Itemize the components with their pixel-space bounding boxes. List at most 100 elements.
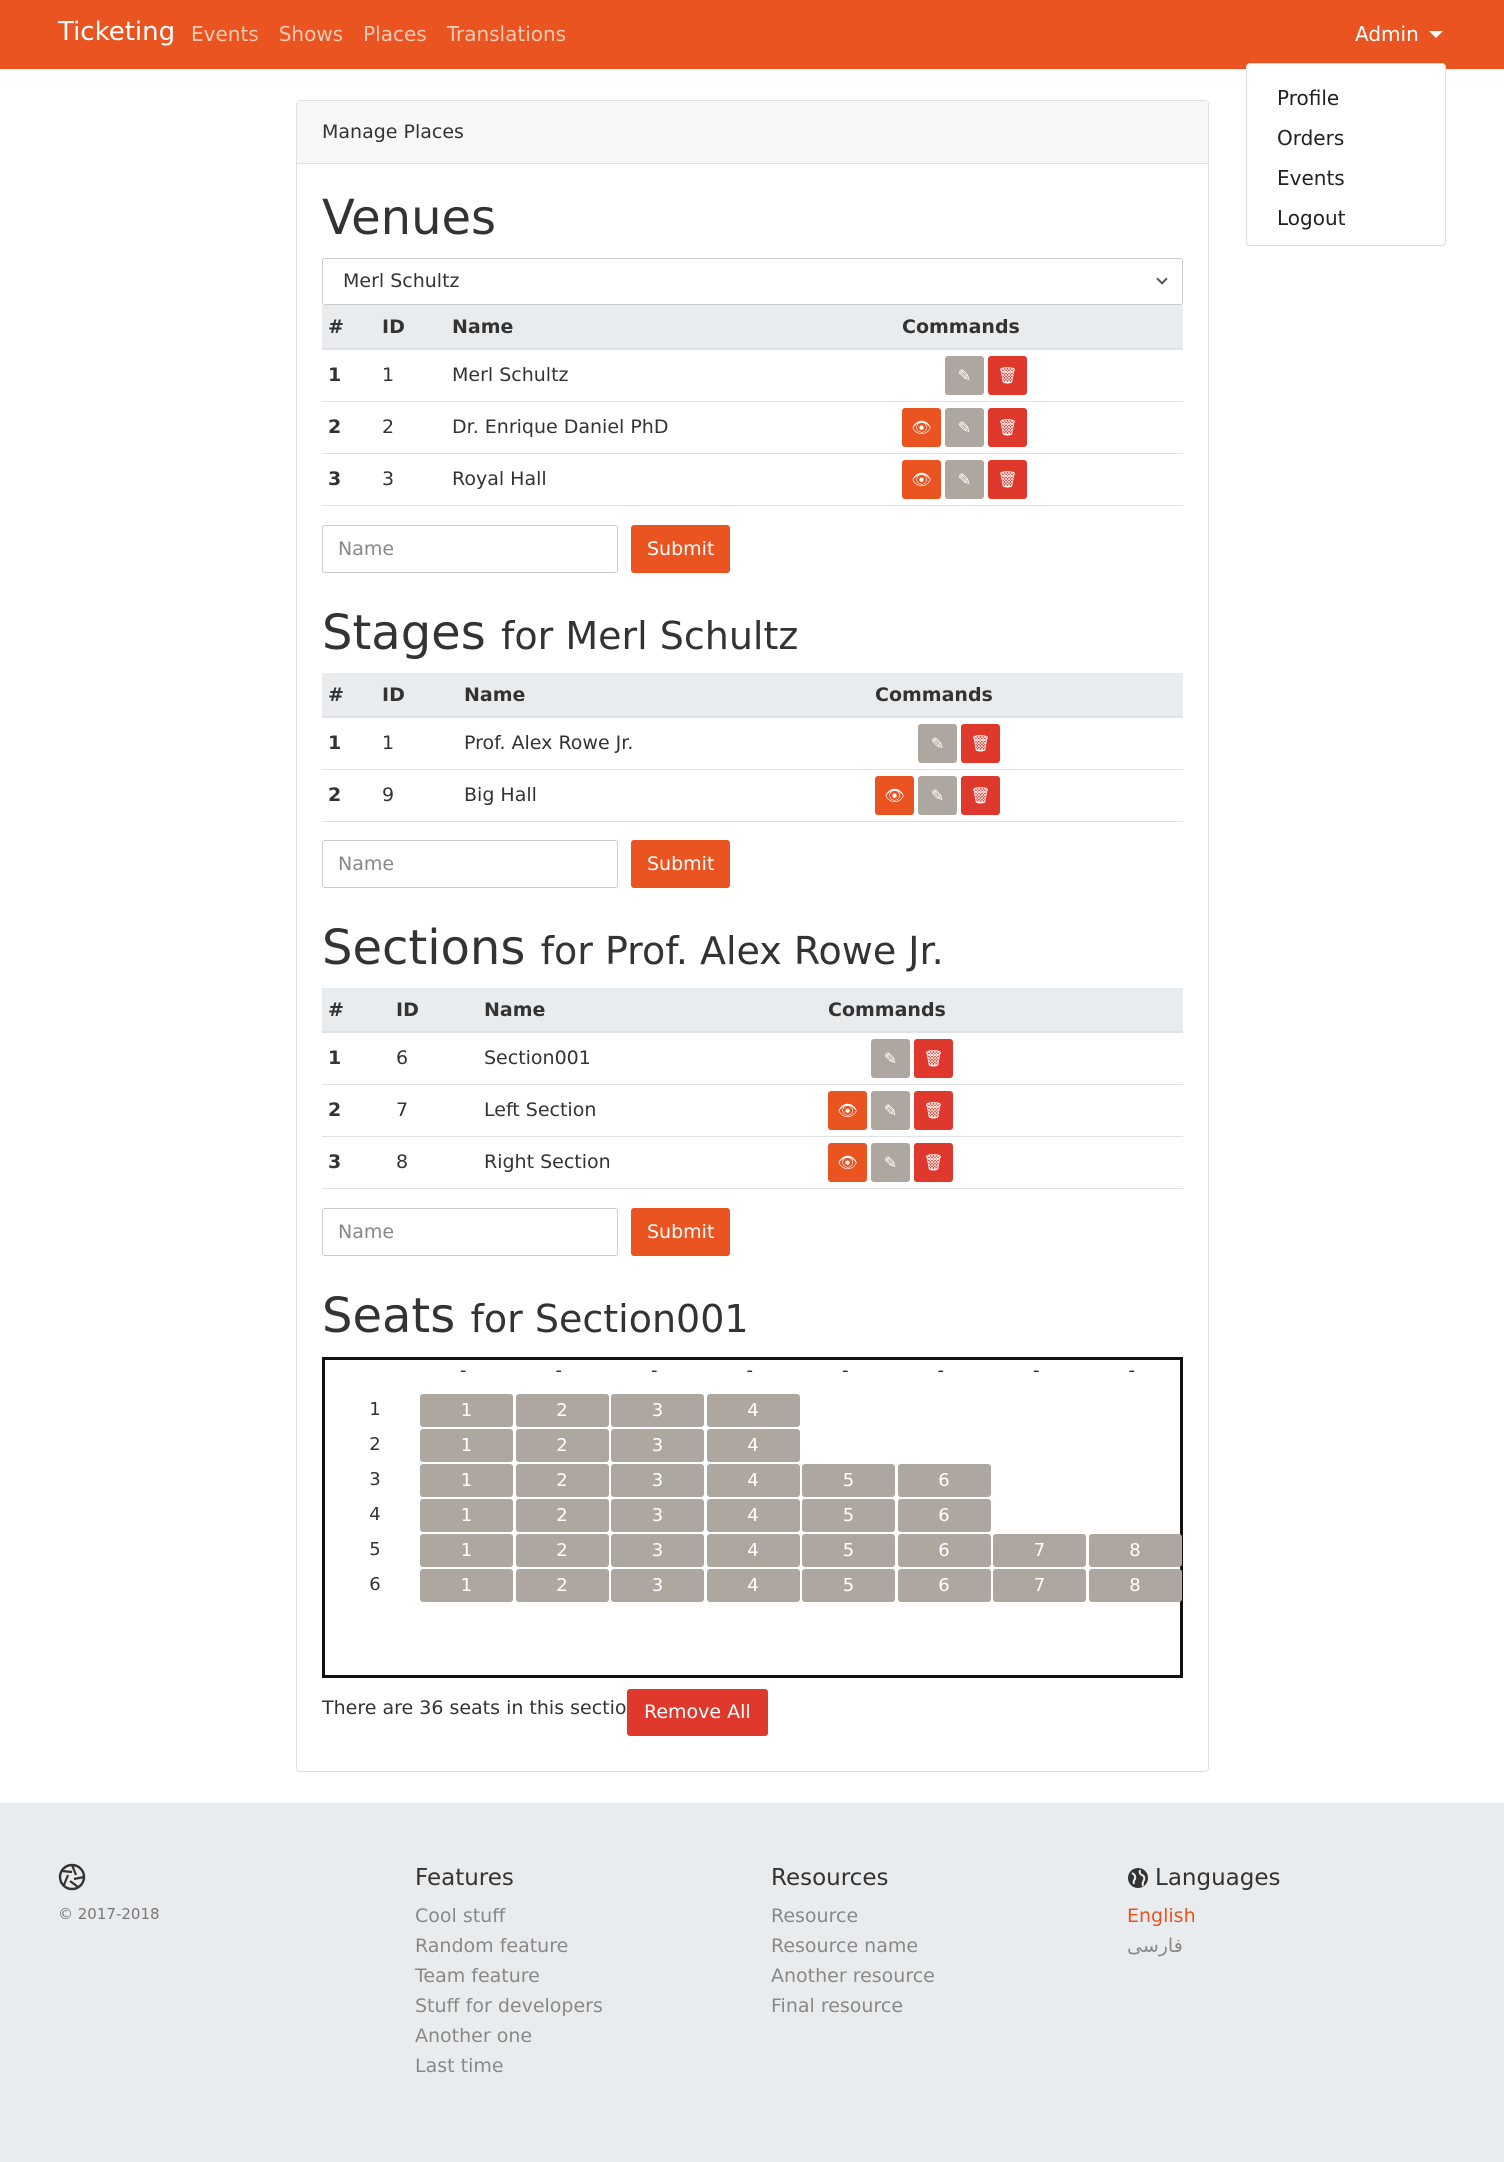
footer-link[interactable]: Stuff for developers (415, 1991, 603, 2021)
delete-button[interactable]: 🗑 (914, 1090, 953, 1130)
row-id: 9 (376, 769, 458, 822)
delete-button[interactable]: 🗑 (961, 723, 1000, 763)
language-link-english[interactable]: English (1127, 1901, 1281, 1931)
view-button[interactable]: 👁 (902, 407, 941, 447)
seat-button[interactable]: 3 (611, 1429, 704, 1462)
remove-all-seats-button[interactable]: Remove All (627, 1689, 768, 1736)
seat-button[interactable]: 3 (611, 1569, 704, 1602)
seat-button[interactable]: 5 (802, 1569, 895, 1602)
user-menu-toggle[interactable]: Admin (1355, 22, 1443, 46)
footer-link[interactable]: Cool stuff (415, 1901, 603, 1931)
edit-button[interactable]: ✎ (945, 355, 984, 395)
delete-button[interactable]: 🗑 (988, 355, 1027, 395)
seat-button[interactable]: 5 (802, 1534, 895, 1567)
footer-link[interactable]: Last time (415, 2051, 603, 2081)
menu-item-orders[interactable]: Orders (1247, 118, 1445, 158)
seat-button[interactable]: 8 (1088, 1569, 1182, 1602)
seat-button[interactable]: 5 (802, 1464, 895, 1497)
view-button[interactable]: 👁 (902, 459, 941, 499)
footer-link[interactable]: Final resource (771, 1991, 935, 2021)
edit-button[interactable]: ✎ (918, 723, 957, 763)
footer-link[interactable]: Resource (771, 1901, 935, 1931)
seat-button[interactable]: 1 (420, 1464, 513, 1497)
nav-link-shows[interactable]: Shows (279, 22, 343, 46)
seat-button[interactable]: 1 (420, 1534, 513, 1567)
column-header-number: # (322, 305, 376, 350)
delete-button[interactable]: 🗑 (914, 1038, 953, 1078)
nav-link-places[interactable]: Places (363, 22, 427, 46)
view-button[interactable]: 👁 (828, 1090, 867, 1130)
seat-button[interactable]: 6 (897, 1534, 991, 1567)
venue-select-value: Merl Schultz (343, 270, 460, 292)
edit-icon: ✎ (930, 733, 945, 753)
row-number: 3 (322, 453, 376, 506)
seat-button[interactable]: 6 (897, 1569, 991, 1602)
edit-button[interactable]: ✎ (871, 1038, 910, 1078)
seat-button[interactable]: 3 (611, 1534, 704, 1567)
edit-button[interactable]: ✎ (918, 775, 957, 815)
seat-button[interactable]: 7 (993, 1534, 1086, 1567)
seat-button[interactable]: 6 (897, 1464, 991, 1497)
footer-link[interactable]: Another resource (771, 1961, 935, 1991)
footer-resources-title: Resources (771, 1865, 889, 1891)
seat-button[interactable]: 4 (706, 1569, 800, 1602)
view-button[interactable]: 👁 (875, 775, 914, 815)
footer-link[interactable]: Random feature (415, 1931, 603, 1961)
section-submit-button[interactable]: Submit (631, 1208, 731, 1256)
menu-item-profile[interactable]: Profile (1247, 78, 1445, 118)
nav-link-events[interactable]: Events (191, 22, 259, 46)
seat-button[interactable]: 2 (515, 1464, 609, 1497)
table-row: 1 6 Section001 ✎ 🗑 (322, 1032, 1183, 1085)
language-link-farsi[interactable]: فارسی (1127, 1931, 1281, 1961)
stage-name-input[interactable]: Name (322, 840, 618, 888)
seat-button[interactable]: 5 (802, 1499, 895, 1532)
seat-button[interactable]: 2 (515, 1394, 609, 1427)
row-id: 1 (376, 717, 458, 770)
stage-submit-button[interactable]: Submit (631, 840, 731, 888)
menu-item-events[interactable]: Events (1247, 158, 1445, 198)
seat-button[interactable]: 3 (611, 1464, 704, 1497)
edit-button[interactable]: ✎ (945, 459, 984, 499)
seat-map: --------11234212343123456412345651234567… (322, 1357, 1183, 1678)
seat-button[interactable]: 2 (515, 1499, 609, 1532)
seat-column-header: - (842, 1360, 849, 1381)
menu-item-logout[interactable]: Logout (1247, 198, 1445, 238)
footer-link[interactable]: Team feature (415, 1961, 603, 1991)
brand-link[interactable]: Ticketing (58, 17, 175, 47)
edit-button[interactable]: ✎ (871, 1142, 910, 1182)
footer-link[interactable]: Resource name (771, 1931, 935, 1961)
row-name: Left Section (478, 1084, 822, 1137)
seat-button[interactable]: 4 (706, 1534, 800, 1567)
seat-button[interactable]: 2 (515, 1569, 609, 1602)
edit-button[interactable]: ✎ (871, 1090, 910, 1130)
seat-button[interactable]: 4 (706, 1429, 800, 1462)
seat-button[interactable]: 1 (420, 1394, 513, 1427)
venue-select[interactable]: Merl Schultz (322, 258, 1183, 305)
seat-button[interactable]: 8 (1088, 1534, 1182, 1567)
nav-link-translations[interactable]: Translations (447, 22, 566, 46)
view-button[interactable]: 👁 (828, 1142, 867, 1182)
seat-button[interactable]: 3 (611, 1499, 704, 1532)
seat-button[interactable]: 1 (420, 1569, 513, 1602)
seat-button[interactable]: 1 (420, 1499, 513, 1532)
edit-icon: ✎ (930, 785, 945, 805)
delete-button[interactable]: 🗑 (914, 1142, 953, 1182)
edit-button[interactable]: ✎ (945, 407, 984, 447)
venue-submit-button[interactable]: Submit (631, 525, 731, 573)
seat-button[interactable]: 4 (706, 1394, 800, 1427)
delete-button[interactable]: 🗑 (988, 407, 1027, 447)
seat-button[interactable]: 3 (611, 1394, 704, 1427)
seat-button[interactable]: 7 (993, 1569, 1086, 1602)
seat-button[interactable]: 4 (706, 1464, 800, 1497)
seat-button[interactable]: 2 (515, 1534, 609, 1567)
delete-button[interactable]: 🗑 (988, 459, 1027, 499)
footer-link[interactable]: Another one (415, 2021, 603, 2051)
seat-button[interactable]: 6 (897, 1499, 991, 1532)
delete-button[interactable]: 🗑 (961, 775, 1000, 815)
seat-button[interactable]: 2 (515, 1429, 609, 1462)
seat-button[interactable]: 1 (420, 1429, 513, 1462)
column-header-name: Name (446, 305, 896, 350)
venue-name-input[interactable]: Name (322, 525, 618, 573)
section-name-input[interactable]: Name (322, 1208, 618, 1256)
seat-button[interactable]: 4 (706, 1499, 800, 1532)
